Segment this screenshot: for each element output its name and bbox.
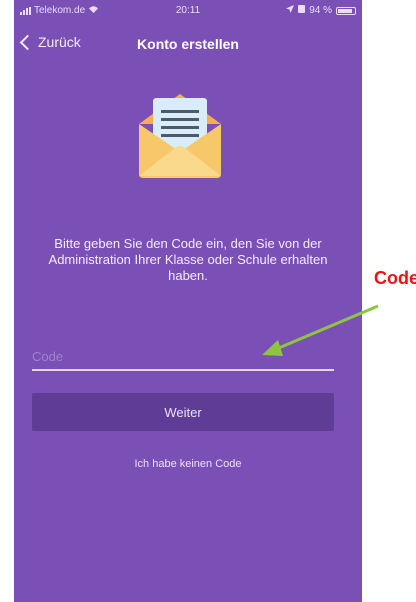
battery-percent: 94 % <box>309 5 332 16</box>
alarm-icon <box>298 5 306 16</box>
page-title: Konto erstellen <box>137 36 239 52</box>
envelope-icon <box>139 94 221 178</box>
code-input[interactable] <box>32 343 334 371</box>
app-screen: Telekom.de 20:11 94 % Zurück Konto erste… <box>14 0 362 602</box>
navigation-bar: Zurück Konto erstellen <box>14 34 362 58</box>
instruction-text: Bitte geben Sie den Code ein, den Sie vo… <box>48 236 328 283</box>
status-bar: Telekom.de 20:11 94 % <box>14 0 362 20</box>
location-icon <box>286 5 295 16</box>
annotation-label: Code <box>374 268 416 288</box>
page: Telekom.de 20:11 94 % Zurück Konto erste… <box>0 0 416 602</box>
no-code-link[interactable]: Ich habe keinen Code <box>14 458 362 470</box>
battery-icon <box>336 6 356 15</box>
status-right: 94 % <box>286 5 356 16</box>
continue-button[interactable]: Weiter <box>32 393 334 431</box>
